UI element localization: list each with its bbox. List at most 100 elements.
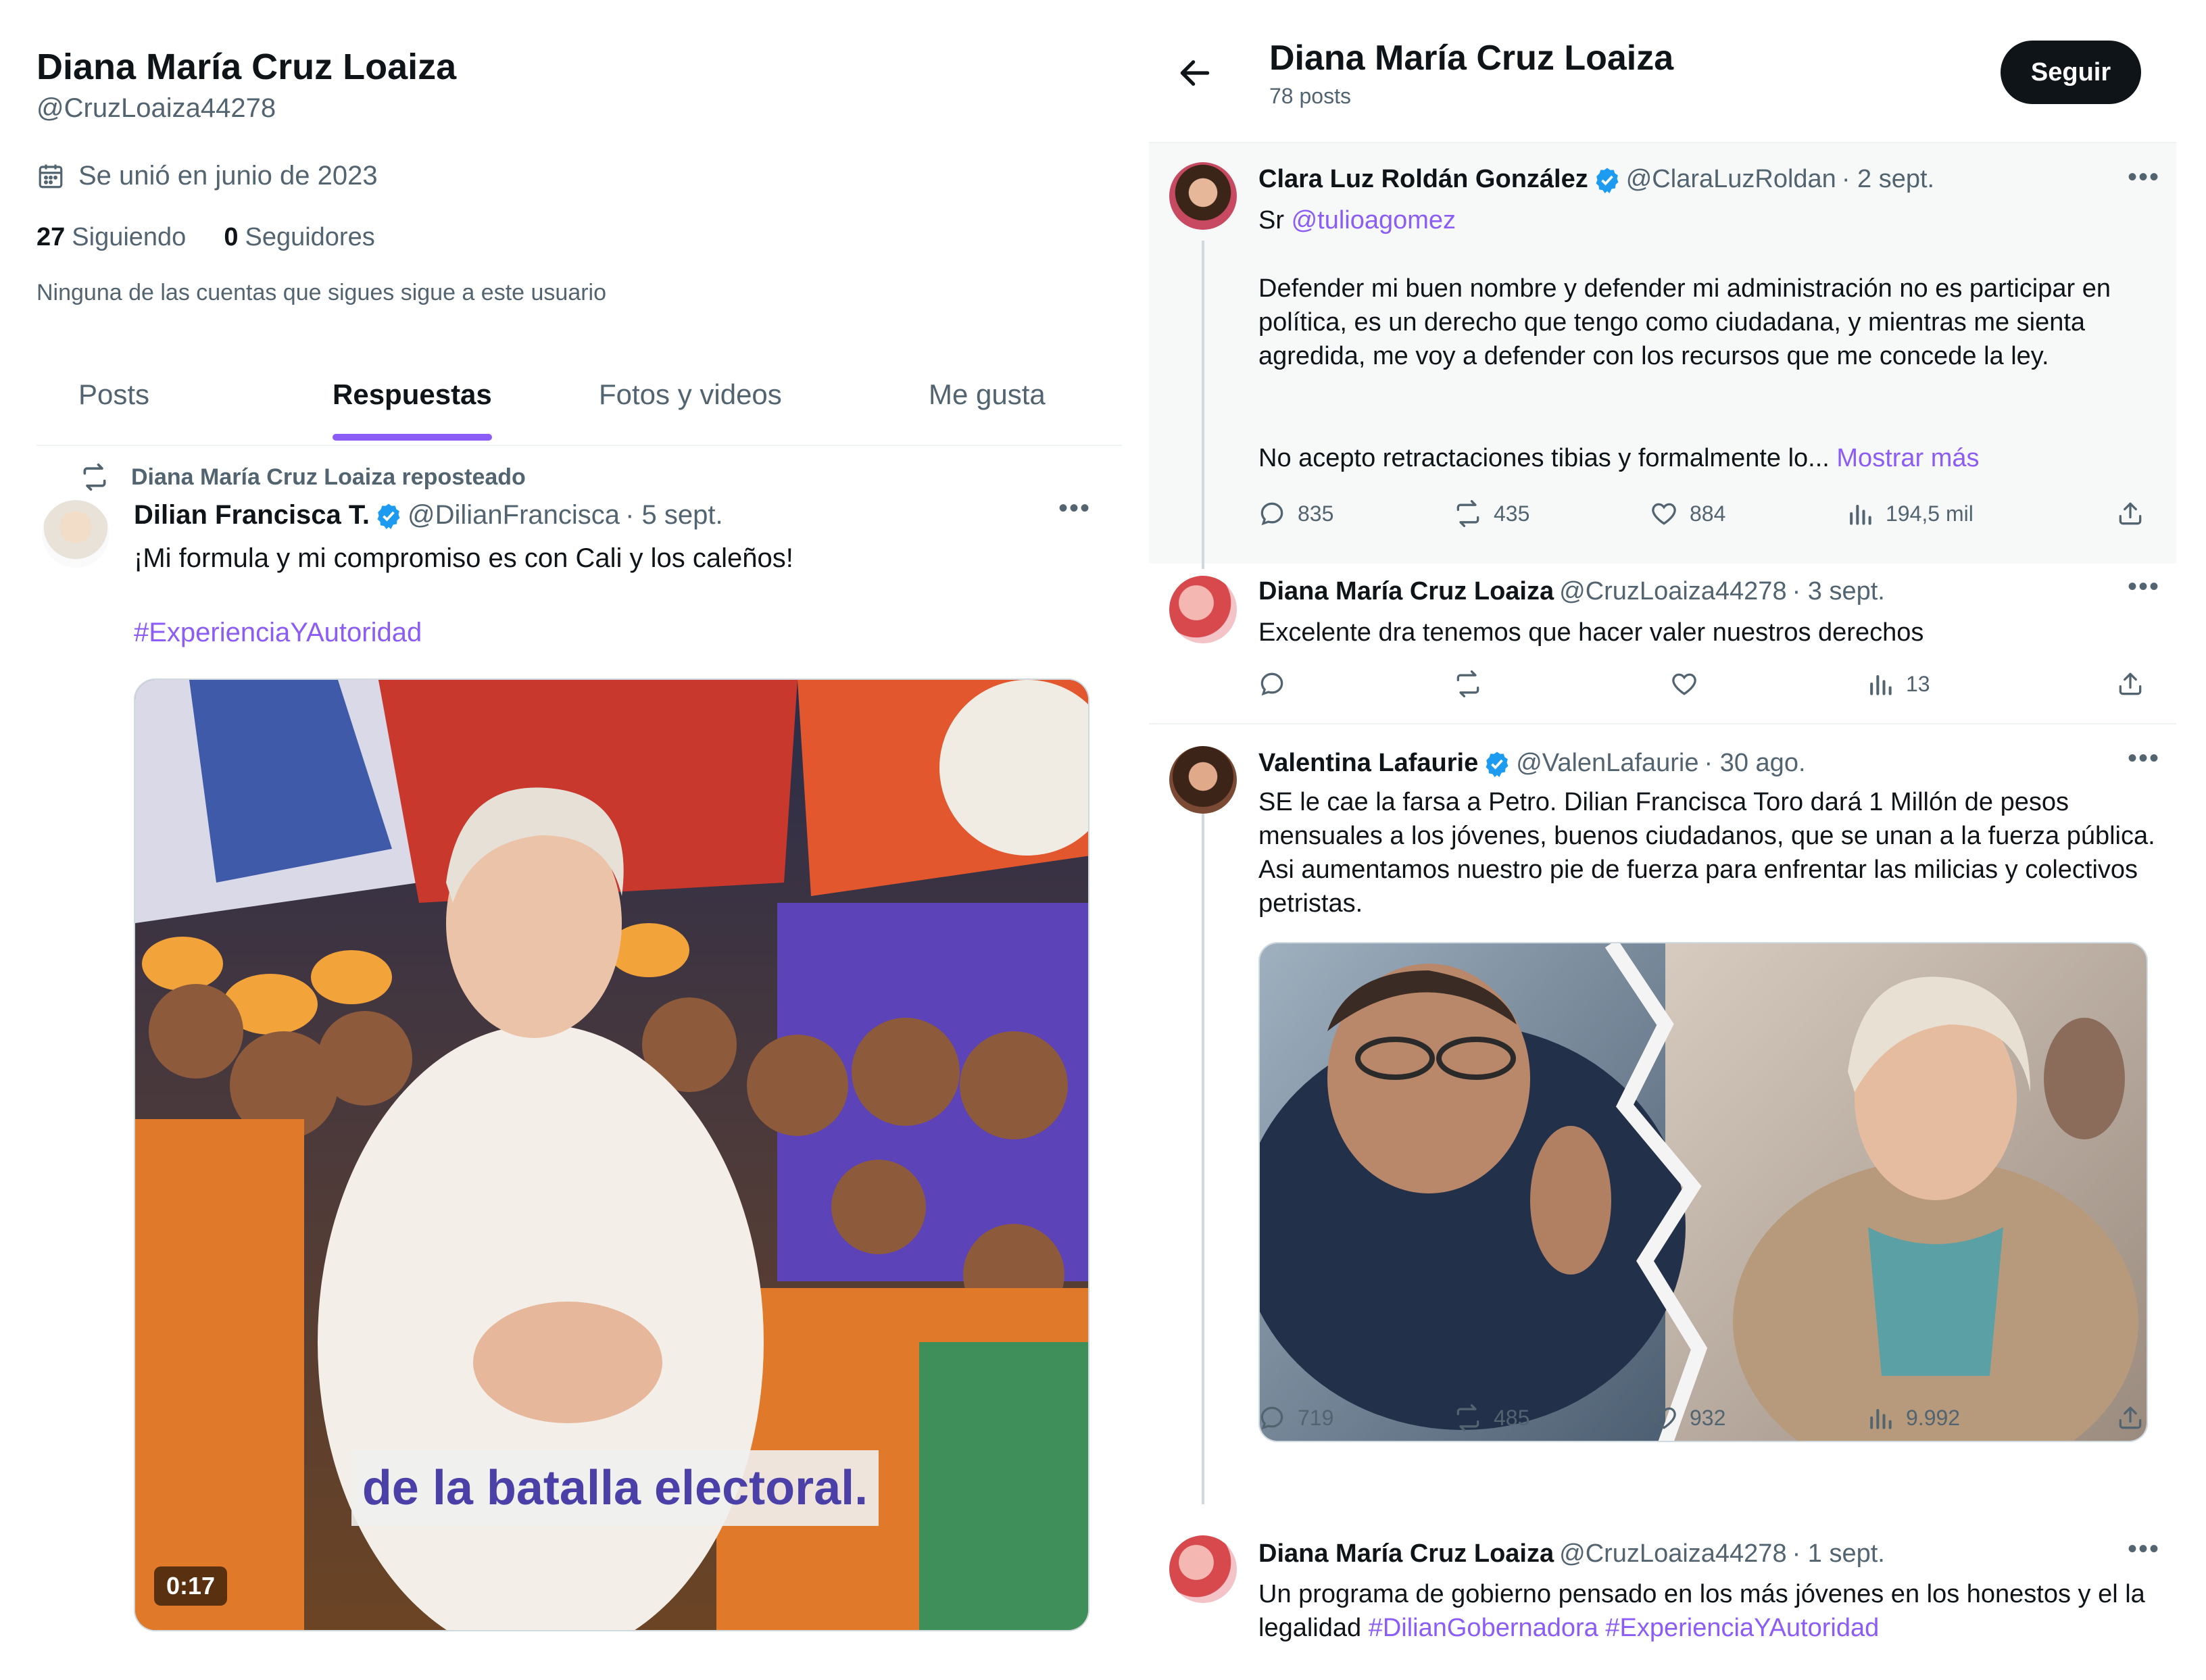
- tweet-header: Diana María Cruz Loaiza @CruzLoaiza44278…: [1258, 577, 1885, 606]
- tweet-video[interactable]: de la batalla electoral. 0:17: [134, 678, 1089, 1631]
- tweet-handle[interactable]: @ValenLafaurie: [1516, 749, 1698, 778]
- reply-button[interactable]: 835: [1257, 499, 1333, 528]
- tweet-text: Excelente dra tenemos que hacer valer nu…: [1258, 618, 1924, 647]
- following-label: Siguiendo: [72, 223, 187, 251]
- views-count: 13: [1906, 671, 1930, 696]
- more-icon[interactable]: •••: [2128, 743, 2160, 774]
- followers-count: 0: [224, 223, 239, 251]
- thread-panel: Diana María Cruz Loaiza 78 posts Seguir …: [1149, 0, 2206, 1680]
- active-tab-indicator: [333, 434, 492, 441]
- tweet-actions: 835 435 884 194,5 mil: [1257, 499, 2156, 537]
- verified-badge-icon: [377, 503, 400, 529]
- repost-icon: [83, 463, 106, 491]
- tweet-paragraph: Defender mi buen nombre y defender mi ad…: [1258, 274, 2111, 370]
- tweet-text: Sr @tulioagomez: [1258, 203, 1456, 238]
- tweet-actions: 719 485 932 9.992: [1257, 1403, 2156, 1441]
- mention-link[interactable]: @tulioagomez: [1292, 206, 1456, 234]
- tweet-author[interactable]: Diana María Cruz Loaiza: [1258, 1539, 1554, 1568]
- more-icon[interactable]: •••: [2128, 162, 2160, 193]
- tweet-date[interactable]: · 1 sept.: [1792, 1539, 1885, 1568]
- dilian-avatar[interactable]: [42, 500, 109, 568]
- views-icon: [1850, 504, 1871, 525]
- like-button[interactable]: 884: [1649, 499, 1725, 528]
- followers-label: Seguidores: [245, 223, 375, 251]
- retweet-icon: [1456, 670, 1479, 697]
- tweet-divider: [1149, 723, 2176, 724]
- tweet-author[interactable]: Dilian Francisca T.: [134, 500, 370, 530]
- hashtag-link[interactable]: #ExperienciaYAutoridad: [1605, 1614, 1879, 1642]
- tweet-text: ¡Mi formula y mi compromiso es con Cali …: [134, 543, 793, 573]
- thread-connector: [1202, 804, 1204, 1504]
- retweet-icon: [1456, 500, 1479, 527]
- tweet-header: Diana María Cruz Loaiza @CruzLoaiza44278…: [1258, 1539, 1885, 1568]
- share-button[interactable]: [2115, 499, 2145, 528]
- following-link[interactable]: 27 Siguiendo: [36, 223, 186, 252]
- retweet-button[interactable]: [1453, 669, 1483, 699]
- hashtag-link[interactable]: #DilianGobernadora: [1369, 1614, 1598, 1642]
- profile-panel: Diana María Cruz Loaiza @CruzLoaiza44278…: [0, 0, 1122, 1680]
- retweet-button[interactable]: 435: [1453, 499, 1529, 528]
- back-arrow-icon[interactable]: [1176, 54, 1214, 92]
- like-icon: [1652, 1407, 1676, 1429]
- more-icon[interactable]: •••: [2128, 1534, 2160, 1564]
- tweet-handle[interactable]: @ClaraLuzRoldan: [1626, 165, 1836, 194]
- valentina-avatar[interactable]: [1169, 746, 1237, 814]
- repost-label: Diana María Cruz Loaiza reposteado: [131, 464, 526, 490]
- views-count: 194,5 mil: [1886, 501, 1974, 526]
- tweet-date[interactable]: · 2 sept.: [1842, 165, 1934, 194]
- tweet-author[interactable]: Diana María Cruz Loaiza: [1258, 577, 1554, 606]
- reply-icon: [1260, 502, 1283, 526]
- tweet-hashtag[interactable]: #ExperienciaYAutoridad: [134, 615, 422, 650]
- tab-me-gusta[interactable]: Me gusta: [929, 378, 1046, 411]
- tweet-handle[interactable]: @CruzLoaiza44278: [1559, 1539, 1786, 1568]
- reply-count: 835: [1298, 501, 1334, 526]
- reply-button[interactable]: 719: [1257, 1403, 1333, 1433]
- tweet-date[interactable]: · 5 sept.: [625, 500, 723, 530]
- tweet-author[interactable]: Valentina Lafaurie: [1258, 749, 1478, 778]
- views-button[interactable]: 194,5 mil: [1845, 499, 1974, 528]
- share-icon: [2119, 1406, 2142, 1429]
- share-button[interactable]: [2115, 1403, 2145, 1433]
- more-icon[interactable]: •••: [2128, 572, 2160, 602]
- tab-fotos-videos[interactable]: Fotos y videos: [599, 378, 782, 411]
- diana-avatar[interactable]: [1169, 1535, 1237, 1603]
- reply-button[interactable]: [1257, 669, 1287, 699]
- follow-button[interactable]: Seguir: [2001, 41, 2141, 104]
- like-icon: [1652, 503, 1676, 525]
- following-count: 27: [36, 223, 66, 251]
- tweet-text: Un programa de gobierno pensado en los m…: [1258, 1577, 2157, 1645]
- profile-joined: Se unió en junio de 2023: [36, 161, 378, 191]
- views-button[interactable]: 13: [1865, 669, 1930, 699]
- followers-link[interactable]: 0 Seguidores: [224, 223, 374, 252]
- views-count: 9.992: [1906, 1405, 1961, 1430]
- video-caption: de la batalla electoral.: [351, 1450, 879, 1526]
- more-icon[interactable]: •••: [1058, 493, 1091, 524]
- share-icon: [2119, 672, 2142, 695]
- tweet-paragraph: No acepto retractaciones tibias y formal…: [1258, 441, 1980, 476]
- show-more-link[interactable]: Mostrar más: [1836, 444, 1979, 472]
- clara-avatar[interactable]: [1169, 162, 1237, 230]
- verified-badge-icon: [1486, 751, 1509, 777]
- mutual-followers-note: Ninguna de las cuentas que sigues sigue …: [36, 280, 607, 305]
- like-button[interactable]: [1669, 669, 1699, 699]
- tweet-date[interactable]: · 30 ago.: [1705, 749, 1806, 778]
- header-title: Diana María Cruz Loaiza: [1269, 39, 1674, 78]
- retweet-count: 485: [1494, 1405, 1530, 1430]
- tab-respuestas[interactable]: Respuestas: [333, 378, 492, 411]
- views-button[interactable]: 9.992: [1865, 1403, 1960, 1433]
- tweet-handle[interactable]: @DilianFrancisca: [408, 500, 620, 530]
- tweet-handle[interactable]: @CruzLoaiza44278: [1559, 577, 1786, 606]
- tweet-author[interactable]: Clara Luz Roldán González: [1258, 165, 1588, 194]
- profile-name: Diana María Cruz Loaiza: [36, 47, 457, 87]
- tweet-photo[interactable]: [1258, 942, 2148, 1442]
- header-post-count: 78 posts: [1269, 84, 1351, 108]
- diana-avatar[interactable]: [1169, 576, 1237, 643]
- tab-posts[interactable]: Posts: [78, 378, 149, 411]
- retweet-button[interactable]: 485: [1453, 1403, 1529, 1433]
- views-icon: [1870, 674, 1892, 695]
- share-button[interactable]: [2115, 669, 2145, 699]
- like-button[interactable]: 932: [1649, 1403, 1725, 1433]
- like-count: 884: [1690, 501, 1726, 526]
- profile-handle: @CruzLoaiza44278: [36, 93, 276, 123]
- tweet-date[interactable]: · 3 sept.: [1792, 577, 1885, 606]
